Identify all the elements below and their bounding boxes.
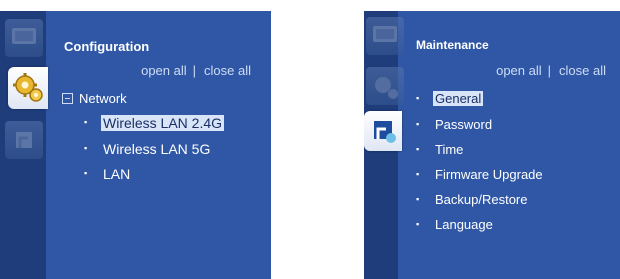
open-all-link[interactable]: open all bbox=[496, 63, 542, 78]
icon-sidebar bbox=[364, 11, 404, 279]
menu-item-label: Password bbox=[435, 117, 493, 132]
menu-item-label: Backup/Restore bbox=[435, 192, 528, 207]
bullet-icon: ▪ bbox=[416, 144, 420, 154]
bullet-icon: ▪ bbox=[416, 219, 420, 229]
configuration-panel: Configuration open all | close all Network… bbox=[0, 11, 271, 279]
menu-item-label: Language bbox=[435, 217, 493, 232]
maintenance-tab[interactable] bbox=[364, 111, 402, 151]
monitor-icon bbox=[12, 28, 36, 44]
menu-item-label: Wireless LAN 5G bbox=[103, 141, 211, 157]
bullet-icon: ▪ bbox=[416, 194, 420, 204]
bullet-icon: ▪ bbox=[416, 93, 420, 103]
link-separator: | bbox=[192, 63, 197, 78]
open-all-link[interactable]: open all bbox=[141, 63, 187, 78]
network-group-label: Network bbox=[79, 91, 127, 106]
menu-item-label: Time bbox=[435, 142, 464, 157]
bullet-icon: ▪ bbox=[84, 168, 88, 178]
configuration-content: Configuration open all | close all Network… bbox=[62, 11, 271, 279]
bullet-icon: ▪ bbox=[416, 169, 420, 179]
monitor-icon bbox=[373, 26, 397, 42]
menu-item-label: LAN bbox=[103, 166, 131, 182]
network-group[interactable]: Network bbox=[62, 91, 127, 106]
maintenance-content: Maintenance open all | close all ▪ General… bbox=[416, 11, 620, 279]
menu-item-label: Firmware Upgrade bbox=[435, 167, 543, 182]
icon-sidebar bbox=[0, 11, 48, 279]
configuration-tab[interactable] bbox=[8, 67, 48, 109]
maintenance-icon bbox=[374, 121, 396, 143]
bullet-icon: ▪ bbox=[416, 119, 420, 129]
gear-cogs-icon bbox=[13, 73, 43, 102]
menu-item-label: Wireless LAN 2.4G bbox=[101, 115, 225, 131]
bullet-icon: ▪ bbox=[84, 143, 88, 153]
close-all-link[interactable]: close all bbox=[204, 63, 251, 78]
monitor-tab[interactable] bbox=[366, 17, 404, 55]
panel-title: Maintenance bbox=[416, 38, 489, 52]
menu-item-label: General bbox=[433, 91, 484, 106]
maintenance-panel: Maintenance open all | close all ▪ General… bbox=[364, 11, 620, 279]
configuration-tab[interactable] bbox=[366, 67, 404, 105]
collapse-icon[interactable] bbox=[62, 93, 73, 104]
link-separator: | bbox=[547, 63, 552, 78]
gear-cogs-icon bbox=[375, 77, 398, 99]
expand-links: open all | close all bbox=[141, 63, 251, 78]
monitor-tab[interactable] bbox=[5, 19, 43, 57]
expand-links: open all | close all bbox=[496, 63, 606, 78]
bullet-icon: ▪ bbox=[84, 117, 88, 127]
maintenance-icon bbox=[16, 132, 32, 148]
close-all-link[interactable]: close all bbox=[559, 63, 606, 78]
maintenance-tab[interactable] bbox=[5, 121, 43, 159]
panel-title: Configuration bbox=[64, 39, 150, 54]
